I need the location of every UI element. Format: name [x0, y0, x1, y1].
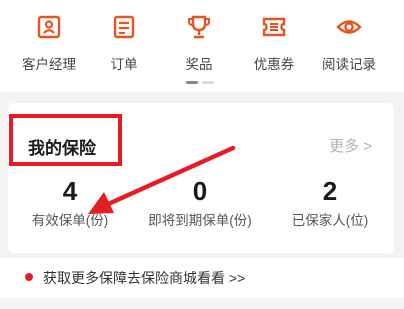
coupon-icon: [261, 14, 287, 40]
stat-label: 有效保单(份): [31, 213, 109, 228]
quick-item-label: 优惠券: [253, 57, 295, 72]
quick-access-panel: 客户经理 订单 奖品 优惠券 阅读记录: [0, 0, 404, 92]
manager-icon: [36, 14, 62, 40]
quick-item-coupon[interactable]: 优惠券: [234, 0, 314, 92]
stat-value: 2: [322, 176, 338, 206]
stat-expiring-policies[interactable]: 0 即将到期保单(份): [136, 176, 264, 230]
quick-item-label: 客户经理: [22, 57, 76, 72]
quick-item-label: 阅读记录: [322, 57, 376, 72]
stat-insured-family[interactable]: 2 已保家人(位): [266, 176, 394, 230]
order-icon: [111, 14, 137, 40]
annotation-highlight-box: [9, 114, 122, 166]
eye-icon: [336, 14, 362, 40]
stat-label: 即将到期保单(份): [148, 213, 252, 228]
insurance-mall-promo[interactable]: 获取更多保障去保险商城看看 >>: [0, 258, 404, 298]
quick-item-order[interactable]: 订单: [84, 0, 164, 92]
carousel-page-indicator: [186, 81, 226, 85]
quick-item-reading-history[interactable]: 阅读记录: [309, 0, 389, 92]
stat-label: 已保家人(位): [291, 213, 369, 228]
quick-item-label: 奖品: [185, 57, 213, 72]
page-dot-active: [186, 81, 198, 84]
stat-value: 0: [192, 176, 208, 206]
quick-item-label: 订单: [110, 57, 138, 72]
page-dot: [202, 81, 214, 84]
promo-text: 获取更多保障去保险商城看看 >>: [43, 270, 246, 286]
bottom-spacer: [0, 298, 404, 309]
trophy-icon: [186, 14, 212, 40]
stat-value: 4: [62, 176, 78, 206]
quick-item-customer-manager[interactable]: 客户经理: [9, 0, 89, 92]
stat-active-policies[interactable]: 4 有效保单(份): [6, 176, 134, 230]
quick-item-prize[interactable]: 奖品: [159, 0, 239, 92]
bullet-dot: [25, 273, 33, 281]
more-link[interactable]: 更多 >: [329, 135, 372, 156]
